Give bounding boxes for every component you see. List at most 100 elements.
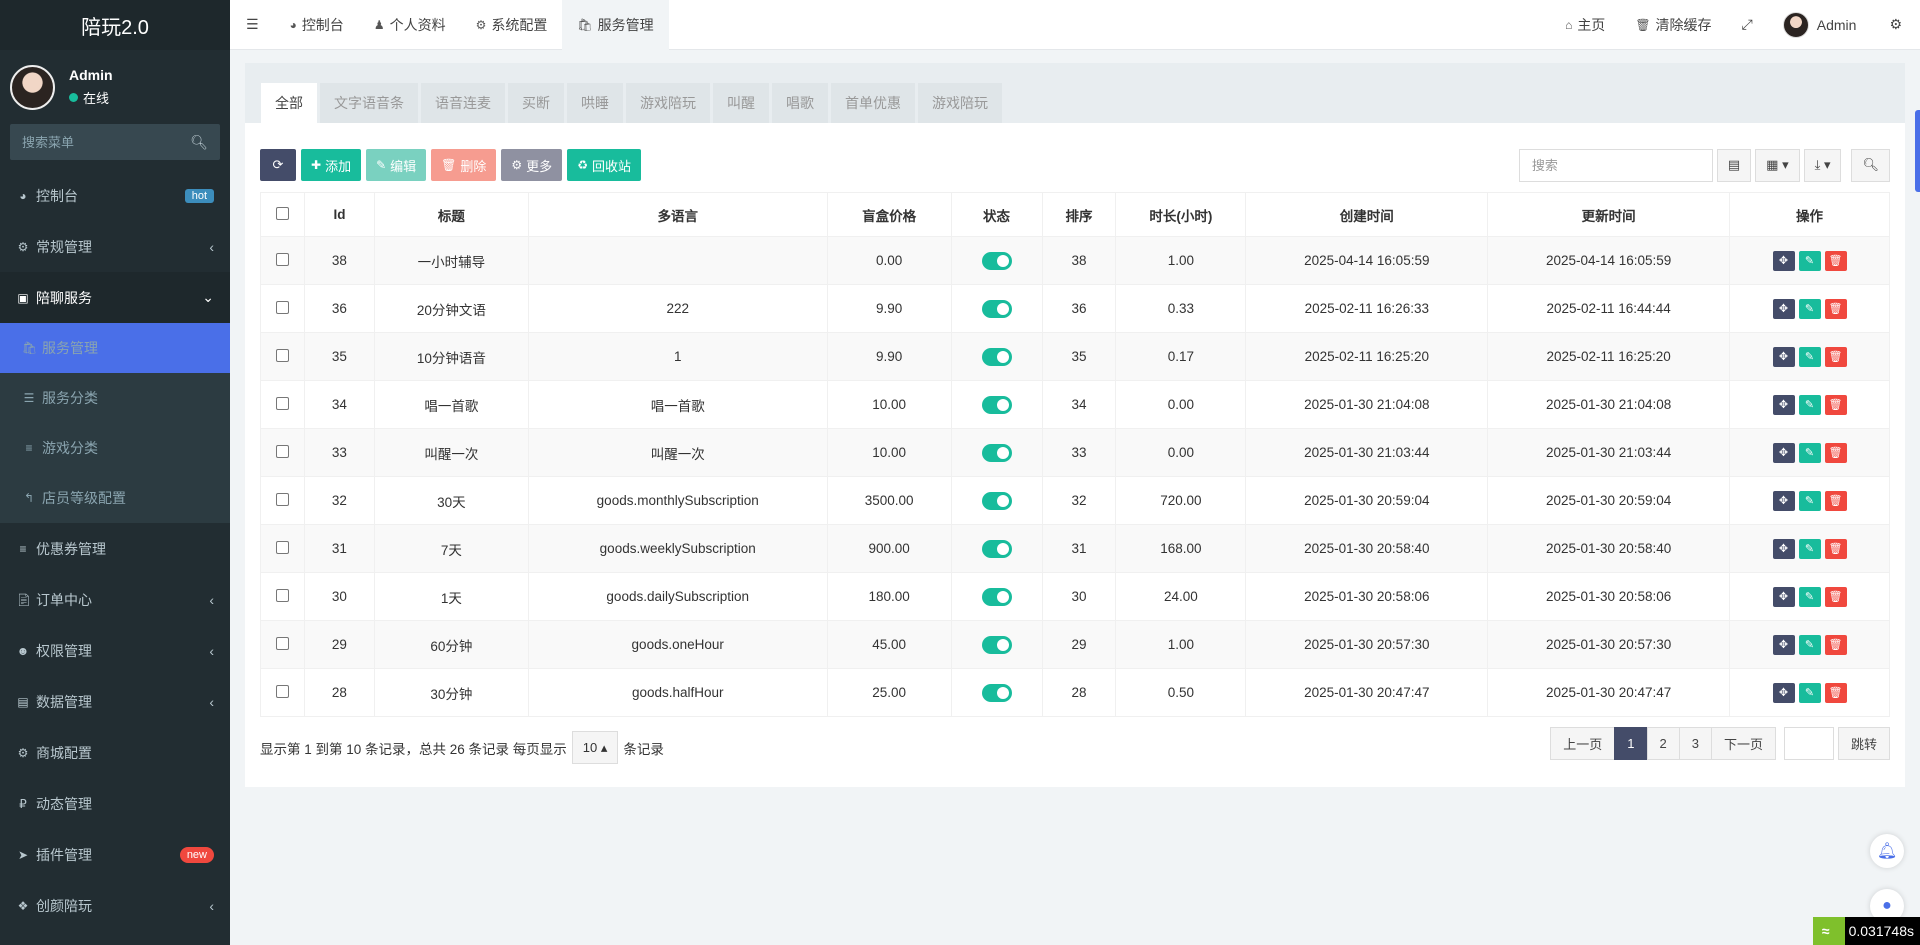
row-delete-button[interactable]: 🗑︎ [1824,634,1847,655]
sidebar-item-chat-service[interactable]: ▣ 陪聊服务 ⌄ [0,272,230,323]
drag-sort-button[interactable]: ✥ [1772,586,1795,607]
row-edit-button[interactable]: ✎ [1798,346,1821,367]
drag-sort-button[interactable]: ✥ [1772,442,1795,463]
tab-service-manage[interactable]: 🛍︎ 服务管理 [562,0,669,50]
user-menu[interactable]: Admin [1768,0,1872,50]
status-toggle[interactable] [981,347,1012,366]
menu-search-input[interactable] [22,134,182,150]
sidebar-item-plugins[interactable]: ➤ 插件管理 new [0,829,230,880]
row-edit-button[interactable]: ✎ [1798,250,1821,271]
notification-button[interactable]: 🔔︎ [1870,834,1904,868]
refresh-button[interactable]: ⟳ [260,149,296,181]
sidebar-item-orders[interactable]: 📄︎ 订单中心 ‹ [0,574,230,625]
sidebar-item-general[interactable]: ⚙ 常规管理 ‹ [0,221,230,272]
page-button-3[interactable]: 3 [1678,727,1712,760]
sidebar-item-permissions[interactable]: ☻ 权限管理 ‹ [0,625,230,676]
row-checkbox[interactable] [275,492,289,506]
row-checkbox[interactable] [275,396,289,410]
settings-button[interactable]: ⚙ [1871,0,1920,50]
drag-sort-button[interactable]: ✥ [1772,250,1795,271]
export-button[interactable]: ⤓ ▾ [1803,148,1842,182]
sidebar-item-coupon[interactable]: ≡ 优惠券管理 [0,523,230,574]
row-delete-button[interactable]: 🗑︎ [1824,586,1847,607]
filter-tab[interactable]: 游戏陪玩 [918,83,1002,123]
column-header[interactable]: Id [303,192,375,237]
filter-tab[interactable]: 首单优惠 [831,83,915,123]
jump-button[interactable]: 跳转 [1837,727,1890,760]
status-toggle[interactable] [981,395,1012,414]
row-edit-button[interactable]: ✎ [1798,538,1821,559]
advanced-search-button[interactable]: 🔍︎ [1851,148,1890,182]
sidebar-item-data[interactable]: ▤ 数据管理 ‹ [0,676,230,727]
column-header[interactable]: 时长(小时) [1115,192,1247,237]
row-delete-button[interactable]: 🗑︎ [1824,442,1847,463]
row-checkbox[interactable] [275,684,289,698]
delete-button[interactable]: 🗑︎ 删除 [431,149,497,181]
row-edit-button[interactable]: ✎ [1798,442,1821,463]
row-checkbox[interactable] [275,588,289,602]
row-delete-button[interactable]: 🗑︎ [1824,298,1847,319]
filter-tab[interactable]: 文字语音条 [320,83,418,123]
drag-sort-button[interactable]: ✥ [1772,538,1795,559]
recycle-bin-button[interactable]: ♻ 回收站 [567,149,641,181]
sidebar-item-moments[interactable]: ₽ 动态管理 [0,778,230,829]
row-delete-button[interactable]: 🗑︎ [1824,538,1847,559]
status-toggle[interactable] [981,635,1012,654]
row-checkbox[interactable] [275,300,289,314]
more-button[interactable]: ⚙ 更多 [501,149,563,181]
tab-system-config[interactable]: ⚙ 系统配置 [461,0,563,50]
tab-profile[interactable]: ♟︎ 个人资料 [359,0,461,50]
drag-sort-button[interactable]: ✥ [1772,346,1795,367]
status-toggle[interactable] [981,299,1012,318]
column-header[interactable]: 标题 [373,192,529,237]
sidebar-item-staff-level[interactable]: ↰ 店员等级配置 [0,473,230,523]
row-delete-button[interactable]: 🗑︎ [1824,394,1847,415]
add-button[interactable]: ✚ 添加 [301,149,362,181]
sidebar-item-dashboard[interactable]: ◕ 控制台 hot [0,170,230,221]
edit-button[interactable]: ✎ 编辑 [366,149,427,181]
sidebar-item-game-category[interactable]: ≡ 游戏分类 [0,423,230,473]
next-page-button[interactable]: 下一页 [1710,727,1776,760]
drag-sort-button[interactable]: ✥ [1772,394,1795,415]
filter-tab-all[interactable]: 全部 [261,83,317,123]
filter-tab[interactable]: 唱歌 [772,83,828,123]
status-toggle[interactable] [981,683,1012,702]
row-delete-button[interactable]: 🗑︎ [1824,682,1847,703]
row-edit-button[interactable]: ✎ [1798,490,1821,511]
fullscreen-button[interactable]: ⤢ [1727,0,1768,50]
tab-dashboard[interactable]: ◕ 控制台 [275,0,359,50]
column-header[interactable]: 排序 [1041,192,1117,237]
row-checkbox[interactable] [275,540,289,554]
prev-page-button[interactable]: 上一页 [1550,727,1616,760]
home-link[interactable]: ⌂ 主页 [1550,0,1620,50]
row-edit-button[interactable]: ✎ [1798,634,1821,655]
select-all-checkbox[interactable] [275,206,289,220]
filter-tab[interactable]: 语音连麦 [421,83,505,123]
search-icon[interactable]: 🔍︎ [190,134,208,151]
row-delete-button[interactable]: 🗑︎ [1824,490,1847,511]
page-button-1[interactable]: 1 [1614,727,1648,760]
sidebar-item-service-manage[interactable]: 🛍︎ 服务管理 [0,323,230,373]
filter-tab[interactable]: 哄睡 [567,83,623,123]
row-edit-button[interactable]: ✎ [1798,586,1821,607]
row-delete-button[interactable]: 🗑︎ [1824,346,1847,367]
row-checkbox[interactable] [275,444,289,458]
row-checkbox[interactable] [275,348,289,362]
app-logo[interactable]: 陪玩2.0 [0,0,230,50]
row-edit-button[interactable]: ✎ [1798,394,1821,415]
filter-tab[interactable]: 买断 [508,83,564,123]
jump-page-input[interactable] [1783,727,1834,760]
sidebar-toggle[interactable]: ☰ [230,0,275,50]
sidebar-item-chuangyan[interactable]: ❖ 创颜陪玩 ‹ [0,880,230,931]
column-header[interactable]: 状态 [950,192,1043,237]
drag-sort-button[interactable]: ✥ [1772,298,1795,319]
row-delete-button[interactable]: 🗑︎ [1824,250,1847,271]
row-checkbox[interactable] [275,252,289,266]
status-toggle[interactable] [981,491,1012,510]
status-toggle[interactable] [981,251,1012,270]
column-header[interactable]: 多语言 [527,192,828,237]
drag-sort-button[interactable]: ✥ [1772,634,1795,655]
sidebar-item-service-category[interactable]: ☰ 服务分类 [0,373,230,423]
status-toggle[interactable] [981,443,1012,462]
clear-cache-button[interactable]: 🗑︎ 清除缓存 [1620,0,1726,50]
